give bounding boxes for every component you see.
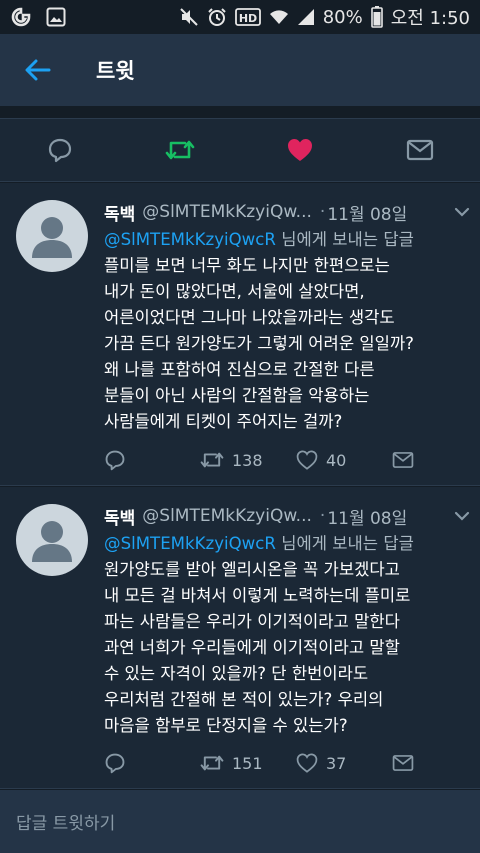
direct-message-button[interactable] bbox=[392, 754, 414, 772]
reply-composer[interactable]: 답글 트윗하기 bbox=[0, 790, 480, 853]
reply-context-label: 님에게 보내는 답글 bbox=[275, 534, 414, 553]
retweet-button[interactable]: 138 bbox=[200, 449, 296, 471]
back-button[interactable] bbox=[0, 34, 76, 106]
reply-icon bbox=[48, 138, 72, 163]
tweet-actions: 151 37 bbox=[104, 748, 466, 778]
hd-label: HD bbox=[239, 12, 257, 25]
mention-link[interactable]: @SlMTEMkKzyiQwcR bbox=[104, 230, 276, 249]
tweet-text-line: 내가 돈이 많았다면, 서울에 살았다면, bbox=[104, 282, 365, 301]
envelope-icon bbox=[392, 452, 414, 468]
mention-link[interactable]: @SlMTEMkKzyiQwcR bbox=[104, 534, 276, 553]
envelope-icon bbox=[392, 755, 414, 771]
app-logo-icon bbox=[10, 6, 32, 28]
like-button[interactable]: 37 bbox=[296, 752, 392, 774]
separator-dot: · bbox=[319, 506, 326, 526]
chevron-down-icon bbox=[454, 207, 470, 217]
page-title: 트윗 bbox=[96, 59, 135, 83]
tweet-text-line: 왜 나를 포함하여 진심으로 간절한 다른 bbox=[104, 360, 375, 379]
tweet-text-line: 마음을 함부로 단정지을 수 있는가? bbox=[104, 716, 348, 735]
tweet-header: 독백 @SlMTEMkKzyiQw... · 11월 08일 bbox=[104, 197, 470, 227]
tweet-header: 독백 @SlMTEMkKzyiQw... · 11월 08일 bbox=[104, 501, 470, 531]
author-name[interactable]: 독백 bbox=[104, 504, 135, 529]
retweet-icon bbox=[200, 452, 224, 468]
reply-icon bbox=[105, 753, 125, 774]
retweet-icon bbox=[165, 140, 195, 160]
envelope-icon bbox=[406, 139, 434, 161]
direct-message-button[interactable] bbox=[390, 125, 450, 175]
tweet-card[interactable]: 독백 @SlMTEMkKzyiQw... · 11월 08일 @SlMTEMkK… bbox=[0, 487, 480, 789]
mute-icon bbox=[179, 7, 199, 27]
battery-icon bbox=[370, 6, 383, 28]
default-avatar-icon bbox=[32, 217, 72, 258]
chevron-down-icon bbox=[454, 511, 470, 521]
author-handle[interactable]: @SlMTEMkKzyiQw... bbox=[142, 202, 312, 222]
retweet-icon bbox=[200, 755, 224, 771]
tweet-text: @SlMTEMkKzyiQwcR 님에게 보내는 답글 플미를 보면 너무 화도… bbox=[104, 227, 466, 435]
tweet-text: @SlMTEMkKzyiQwcR 님에게 보내는 답글 원가양도를 받아 엘리시… bbox=[104, 531, 466, 739]
tweet-date: 11월 08일 bbox=[327, 508, 408, 529]
reply-button[interactable] bbox=[104, 752, 200, 774]
signal-icon bbox=[297, 7, 315, 27]
reply-input[interactable]: 답글 트윗하기 bbox=[16, 809, 115, 834]
reply-icon bbox=[105, 450, 125, 471]
like-count: 37 bbox=[326, 753, 347, 773]
reply-button[interactable] bbox=[30, 125, 90, 175]
battery-percent: 80% bbox=[322, 6, 363, 28]
tweet-text-line: 파는 사람들은 우리가 이기적이라고 말한다 bbox=[104, 612, 400, 631]
tweet-text-line: 가끔 든다 원가양도가 그렇게 어려운 일일까? bbox=[104, 334, 414, 353]
heart-icon bbox=[288, 139, 312, 161]
reply-context: @SlMTEMkKzyiQwcR 님에게 보내는 답글 bbox=[104, 227, 466, 253]
reply-context: @SlMTEMkKzyiQwcR 님에게 보내는 답글 bbox=[104, 531, 466, 557]
retweet-count: 151 bbox=[232, 753, 263, 773]
heart-icon bbox=[296, 753, 318, 773]
separator-dot: · bbox=[319, 202, 326, 222]
back-arrow-icon bbox=[25, 59, 51, 81]
like-button[interactable]: 40 bbox=[296, 449, 392, 471]
tweet-text-line: 어른이었다면 그나마 나았을까라는 생각도 bbox=[104, 308, 395, 327]
tweet-text-line: 사람들에게 티켓이 주어지는 걸까? bbox=[104, 412, 343, 431]
avatar[interactable] bbox=[16, 504, 88, 576]
direct-message-button[interactable] bbox=[392, 451, 414, 469]
image-icon bbox=[46, 7, 66, 27]
reply-button[interactable] bbox=[104, 449, 200, 471]
author-handle[interactable]: @SlMTEMkKzyiQw... bbox=[142, 506, 312, 526]
tweet-text-line: 원가양도를 받아 엘리시온을 꼭 가보겠다고 bbox=[104, 560, 400, 579]
retweet-button[interactable]: 151 bbox=[200, 752, 296, 774]
tweet-menu-button[interactable] bbox=[454, 511, 470, 521]
retweet-count: 138 bbox=[232, 450, 263, 470]
retweet-button[interactable] bbox=[150, 125, 210, 175]
status-time: 오전 1:50 bbox=[390, 8, 470, 29]
tweet-date: 11월 08일 bbox=[327, 204, 408, 225]
like-button[interactable] bbox=[270, 125, 330, 175]
app-header: 트윗 bbox=[0, 34, 480, 106]
tweet-text-line: 수 있는 자격이 있을까? 단 한번이라도 bbox=[104, 664, 369, 683]
like-count: 40 bbox=[326, 450, 347, 470]
tweet-card[interactable]: 독백 @SlMTEMkKzyiQw... · 11월 08일 @SlMTEMkK… bbox=[0, 183, 480, 486]
tweet-menu-button[interactable] bbox=[454, 207, 470, 217]
tweet-text-line: 과연 너희가 우리들에게 이기적이라고 말할 bbox=[104, 638, 400, 657]
author-name[interactable]: 독백 bbox=[104, 200, 135, 225]
alarm-icon bbox=[207, 7, 227, 27]
reply-context-label: 님에게 보내는 답글 bbox=[275, 230, 414, 249]
hd-icon: HD bbox=[234, 7, 261, 27]
avatar[interactable] bbox=[16, 200, 88, 272]
wifi-icon bbox=[269, 7, 289, 27]
default-avatar-icon bbox=[32, 521, 72, 562]
tweet-action-bar bbox=[0, 118, 480, 182]
heart-icon bbox=[296, 450, 318, 470]
tweet-text-line: 우리처럼 간절해 본 적이 있는가? 우리의 bbox=[104, 690, 384, 709]
tweet-text-line: 분들이 아닌 사람의 간절함을 악용하는 bbox=[104, 386, 370, 405]
tweet-actions: 138 40 bbox=[104, 445, 466, 475]
tweet-text-line: 플미를 보면 너무 화도 나지만 한편으로는 bbox=[104, 256, 390, 275]
tweet-text-line: 내 모든 걸 바쳐서 이렇게 노력하는데 플미로 bbox=[104, 586, 411, 605]
status-bar: HD 80% 오전 1:50 bbox=[0, 0, 480, 34]
